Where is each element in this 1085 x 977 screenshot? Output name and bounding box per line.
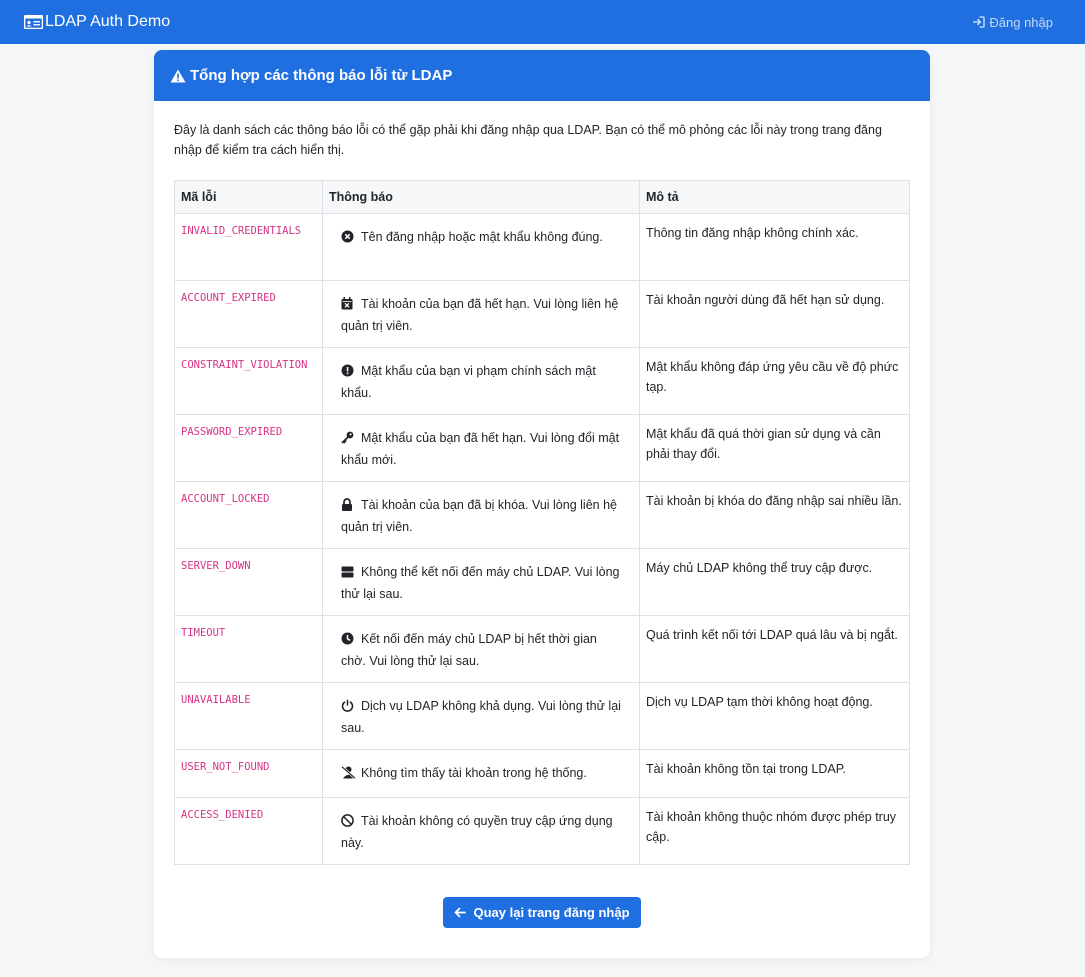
error-message: Mật khẩu của bạn đã hết hạn. Vui lòng đổ… xyxy=(341,431,620,467)
table-row: USER_NOT_FOUND Không tìm thấy tài khoản t… xyxy=(174,749,910,798)
error-message-cell: Tài khoản của bạn đã bị khóa. Vui lòng l… xyxy=(322,481,640,549)
intro-text: Đây là danh sách các thông báo lỗi có th… xyxy=(174,123,882,157)
error-code: INVALID_CREDENTIALS xyxy=(174,213,323,281)
table-row: SERVER_DOWN Không thể kết nối đến máy chủ… xyxy=(174,548,910,616)
brand-link[interactable]: LDAP Auth Demo xyxy=(24,13,170,31)
error-description: Mật khẩu không đáp ứng yêu cầu về độ phứ… xyxy=(639,347,910,415)
clock-icon xyxy=(341,632,355,652)
navbar: LDAP Auth Demo Đăng nhập xyxy=(0,0,1085,44)
error-description: Dịch vụ LDAP tạm thời không hoạt động. xyxy=(639,682,910,750)
error-message: Dịch vụ LDAP không khả dụng. Vui lòng th… xyxy=(341,699,621,735)
server-icon xyxy=(341,565,355,585)
back-button-label: Quay lại trang đăng nhập xyxy=(473,905,630,920)
x-circle-icon xyxy=(341,230,355,250)
error-description: Tài khoản không tồn tại trong LDAP. xyxy=(639,749,910,798)
table-row: PASSWORD_EXPIRED Mật khẩu của bạn đã hết … xyxy=(174,414,910,482)
error-code: ACCOUNT_LOCKED xyxy=(174,481,323,549)
error-code: PASSWORD_EXPIRED xyxy=(174,414,323,482)
error-code: ACCOUNT_EXPIRED xyxy=(174,280,323,348)
error-description: Tài khoản người dùng đã hết hạn sử dụng. xyxy=(639,280,910,348)
error-message-cell: Mật khẩu của bạn đã hết hạn. Vui lòng đổ… xyxy=(322,414,640,482)
column-header-code: Mã lỗi xyxy=(174,180,323,214)
table-row: INVALID_CREDENTIALS Tên đăng nhập hoặc mậ… xyxy=(174,213,910,281)
error-summary-card: Tổng hợp các thông báo lỗi từ LDAP Đây l… xyxy=(154,50,930,958)
error-description: Quá trình kết nối tới LDAP quá lâu và bị… xyxy=(639,615,910,683)
column-header-message: Thông báo xyxy=(322,180,640,214)
brand-title: LDAP Auth Demo xyxy=(45,13,171,30)
table-row: UNAVAILABLE Dịch vụ LDAP không khả dụng. … xyxy=(174,682,910,750)
sign-in-icon xyxy=(972,16,986,28)
error-message: Kết nối đến máy chủ LDAP bị hết thời gia… xyxy=(341,632,597,668)
error-message: Không tìm thấy tài khoản trong hệ thống. xyxy=(361,766,587,780)
error-message: Mật khẩu của bạn vi phạm chính sách mật … xyxy=(341,364,596,400)
error-message-cell: Không tìm thấy tài khoản trong hệ thống. xyxy=(322,749,640,798)
error-description: Mật khẩu đã quá thời gian sử dụng và cần… xyxy=(639,414,910,482)
error-message-cell: Không thể kết nối đến máy chủ LDAP. Vui … xyxy=(322,548,640,616)
error-message: Tên đăng nhập hoặc mật khẩu không đúng. xyxy=(361,230,603,244)
error-message: Tài khoản không có quyền truy cập ứng dụ… xyxy=(341,814,613,850)
lock-icon xyxy=(341,498,355,518)
exclamation-circle-icon xyxy=(341,364,355,384)
error-description: Tài khoản bị khóa do đăng nhập sai nhiều… xyxy=(639,481,910,549)
error-table: Mã lỗi Thông báo Mô tả INVALID_CREDENTIA… xyxy=(174,180,910,865)
error-code: USER_NOT_FOUND xyxy=(174,749,323,798)
error-description: Tài khoản không thuộc nhóm được phép tru… xyxy=(639,797,910,865)
card-header: Tổng hợp các thông báo lỗi từ LDAP xyxy=(154,50,930,101)
table-row: CONSTRAINT_VIOLATION Mật khẩu của bạn vi … xyxy=(174,347,910,415)
back-to-login-button[interactable]: Quay lại trang đăng nhập xyxy=(443,897,641,928)
error-description: Thông tin đăng nhập không chính xác. xyxy=(639,213,910,281)
column-header-description: Mô tả xyxy=(639,180,910,214)
error-message: Tài khoản của bạn đã bị khóa. Vui lòng l… xyxy=(341,498,617,534)
calendar-x-icon xyxy=(341,297,355,317)
error-message-cell: Mật khẩu của bạn vi phạm chính sách mật … xyxy=(322,347,640,415)
error-message-cell: Tài khoản của bạn đã hết hạn. Vui lòng l… xyxy=(322,280,640,348)
error-code: CONSTRAINT_VIOLATION xyxy=(174,347,323,415)
login-link-label: Đăng nhập xyxy=(989,14,1053,30)
error-code: TIMEOUT xyxy=(174,615,323,683)
card-title: Tổng hợp các thông báo lỗi từ LDAP xyxy=(190,67,453,84)
arrow-left-icon xyxy=(454,907,467,918)
id-card-icon xyxy=(24,15,43,29)
error-message-cell: Dịch vụ LDAP không khả dụng. Vui lòng th… xyxy=(322,682,640,750)
power-icon xyxy=(341,699,355,719)
error-code: UNAVAILABLE xyxy=(174,682,323,750)
ban-icon xyxy=(341,814,355,834)
error-message-cell: Tài khoản không có quyền truy cập ứng dụ… xyxy=(322,797,640,865)
error-code: SERVER_DOWN xyxy=(174,548,323,616)
error-message-cell: Kết nối đến máy chủ LDAP bị hết thời gia… xyxy=(322,615,640,683)
error-message-cell: Tên đăng nhập hoặc mật khẩu không đúng. xyxy=(322,213,640,281)
table-row: TIMEOUT Kết nối đến máy chủ LDAP bị hết t… xyxy=(174,615,910,683)
error-message: Không thể kết nối đến máy chủ LDAP. Vui … xyxy=(341,565,620,601)
error-message: Tài khoản của bạn đã hết hạn. Vui lòng l… xyxy=(341,297,619,333)
key-icon xyxy=(341,431,355,451)
login-link[interactable]: Đăng nhập xyxy=(972,15,1061,30)
user-slash-icon xyxy=(341,765,356,786)
table-row: ACCESS_DENIED Tài khoản không có quyền tr… xyxy=(174,797,910,865)
table-header-row: Mã lỗi Thông báo Mô tả xyxy=(174,180,910,214)
error-code: ACCESS_DENIED xyxy=(174,797,323,865)
table-row: ACCOUNT_LOCKED Tài khoản của bạn đã bị kh… xyxy=(174,481,910,549)
table-row: ACCOUNT_EXPIRED Tài khoản của bạn đã hết … xyxy=(174,280,910,348)
error-description: Máy chủ LDAP không thể truy cập được. xyxy=(639,548,910,616)
warning-triangle-icon xyxy=(170,69,186,83)
